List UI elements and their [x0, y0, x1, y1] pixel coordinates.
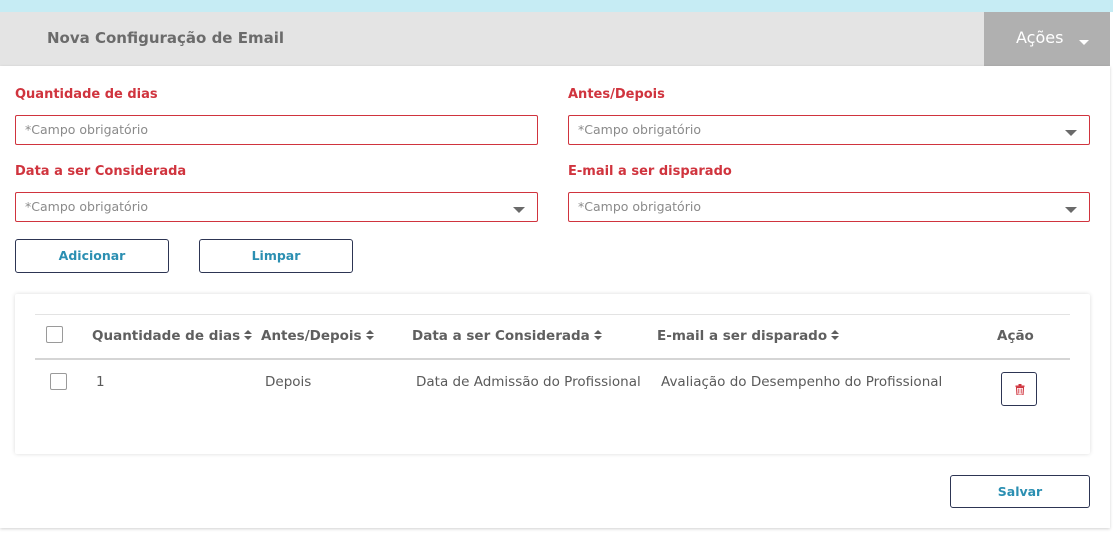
column-header-acao: Ação: [997, 328, 1034, 344]
caret-down-icon: [1079, 40, 1089, 45]
form-card: Quantidade de dias *Campo obrigatório An…: [0, 66, 1110, 528]
quantidade-input[interactable]: *Campo obrigatório: [15, 115, 538, 145]
row-checkbox[interactable]: [50, 373, 67, 390]
trash-icon: [1015, 384, 1025, 395]
column-header-label: E-mail a ser disparado: [657, 328, 828, 344]
column-header-data[interactable]: Data a ser Considerada: [412, 328, 602, 344]
data-considerada-select[interactable]: *Campo obrigatório: [15, 192, 538, 222]
delete-row-button[interactable]: [1001, 372, 1037, 406]
top-strip: [0, 0, 1113, 12]
email-disparado-placeholder: *Campo obrigatório: [578, 199, 701, 214]
data-considerada-label: Data a ser Considerada: [15, 164, 187, 179]
table-header-bottom-divider: [35, 358, 1070, 360]
chevron-down-icon: [1065, 207, 1077, 213]
page-title: Nova Configuração de Email: [47, 29, 284, 47]
sort-icon: [244, 330, 253, 341]
chevron-down-icon: [1065, 130, 1077, 136]
column-header-quantidade[interactable]: Quantidade de dias: [92, 328, 253, 344]
table-header-top-divider: [35, 314, 1070, 315]
column-header-label: Quantidade de dias: [92, 328, 241, 344]
cell-quantidade: 1: [96, 374, 105, 390]
column-header-antes-depois[interactable]: Antes/Depois: [261, 328, 374, 344]
antes-depois-placeholder: *Campo obrigatório: [578, 122, 701, 137]
save-button[interactable]: Salvar: [950, 475, 1090, 508]
cell-data: Data de Admissão do Profissional: [416, 374, 641, 390]
antes-depois-label: Antes/Depois: [568, 87, 665, 102]
chevron-down-icon: [513, 207, 525, 213]
select-all-checkbox[interactable]: [46, 326, 63, 343]
column-header-email[interactable]: E-mail a ser disparado: [657, 328, 840, 344]
page-header: Nova Configuração de Email Ações: [0, 12, 1110, 66]
sort-icon: [593, 330, 602, 341]
email-disparado-select[interactable]: *Campo obrigatório: [568, 192, 1090, 222]
column-header-label: Data a ser Considerada: [412, 328, 590, 344]
sort-icon: [365, 330, 374, 341]
quantidade-placeholder: *Campo obrigatório: [25, 122, 148, 137]
actions-label: Ações: [1016, 28, 1064, 47]
cell-antes-depois: Depois: [265, 374, 312, 390]
quantidade-label: Quantidade de dias: [15, 87, 158, 102]
data-considerada-placeholder: *Campo obrigatório: [25, 199, 148, 214]
add-button[interactable]: Adicionar: [15, 239, 169, 273]
actions-dropdown-button[interactable]: Ações: [984, 12, 1110, 66]
config-table: Quantidade de dias Antes/Depois Data a s…: [15, 294, 1090, 454]
antes-depois-select[interactable]: *Campo obrigatório: [568, 115, 1090, 145]
column-header-label: Antes/Depois: [261, 328, 362, 344]
cell-email: Avaliação do Desempenho do Profissional: [661, 374, 943, 390]
sort-icon: [831, 330, 840, 341]
clear-button[interactable]: Limpar: [199, 239, 353, 273]
email-disparado-label: E-mail a ser disparado: [568, 164, 732, 179]
